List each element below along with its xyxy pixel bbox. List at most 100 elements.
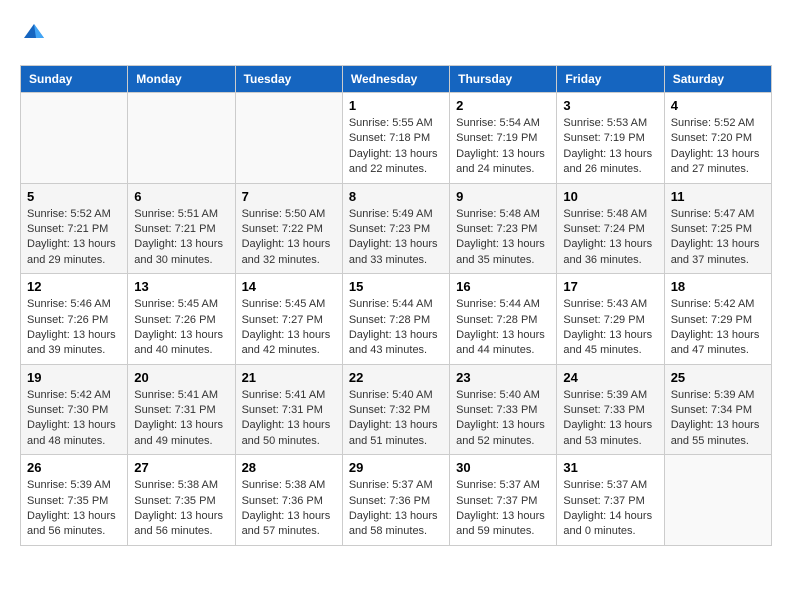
day-number: 22 [349,370,443,385]
week-row-1: 1 Sunrise: 5:55 AM Sunset: 7:18 PM Daylig… [21,93,772,184]
day-number: 28 [242,460,336,475]
day-number: 23 [456,370,550,385]
day-number: 2 [456,98,550,113]
calendar-cell: 1 Sunrise: 5:55 AM Sunset: 7:18 PM Daylig… [342,93,449,184]
day-header-saturday: Saturday [664,66,771,93]
day-number: 30 [456,460,550,475]
day-info: Sunrise: 5:48 AM Sunset: 7:24 PM Dayligh… [563,207,657,269]
calendar-cell: 25 Sunrise: 5:39 AM Sunset: 7:34 PM Dayli… [664,364,771,455]
day-info: Sunrise: 5:51 AM Sunset: 7:21 PM Dayligh… [134,207,228,269]
day-number: 16 [456,279,550,294]
day-info: Sunrise: 5:39 AM Sunset: 7:35 PM Dayligh… [27,478,121,540]
calendar-cell: 9Sunrise: 5:48 AM Sunset: 7:23 PM Daylig… [450,183,557,274]
calendar-cell: 26 Sunrise: 5:39 AM Sunset: 7:35 PM Dayli… [21,455,128,546]
calendar-cell: 8 Sunrise: 5:49 AM Sunset: 7:23 PM Daylig… [342,183,449,274]
day-header-friday: Friday [557,66,664,93]
calendar-cell: 31 Sunrise: 5:37 AM Sunset: 7:37 PM Dayli… [557,455,664,546]
week-row-2: 5Sunrise: 5:52 AM Sunset: 7:21 PM Daylig… [21,183,772,274]
day-info: Sunrise: 5:46 AM Sunset: 7:26 PM Dayligh… [27,297,121,359]
day-info: Sunrise: 5:49 AM Sunset: 7:23 PM Dayligh… [349,207,443,269]
calendar-cell: 2 Sunrise: 5:54 AM Sunset: 7:19 PM Daylig… [450,93,557,184]
calendar-cell: 11Sunrise: 5:47 AM Sunset: 7:25 PM Dayli… [664,183,771,274]
week-row-3: 12 Sunrise: 5:46 AM Sunset: 7:26 PM Dayli… [21,274,772,365]
day-info: Sunrise: 5:39 AM Sunset: 7:34 PM Dayligh… [671,388,765,450]
day-number: 5 [27,189,121,204]
day-header-tuesday: Tuesday [235,66,342,93]
week-row-4: 19 Sunrise: 5:42 AM Sunset: 7:30 PM Dayli… [21,364,772,455]
day-number: 14 [242,279,336,294]
day-header-thursday: Thursday [450,66,557,93]
day-info: Sunrise: 5:42 AM Sunset: 7:29 PM Dayligh… [671,297,765,359]
calendar-cell: 23 Sunrise: 5:40 AM Sunset: 7:33 PM Dayli… [450,364,557,455]
day-number: 10 [563,189,657,204]
page-header [20,20,772,49]
calendar-cell: 22 Sunrise: 5:40 AM Sunset: 7:32 PM Dayli… [342,364,449,455]
calendar-cell: 20 Sunrise: 5:41 AM Sunset: 7:31 PM Dayli… [128,364,235,455]
day-number: 17 [563,279,657,294]
calendar-cell: 12 Sunrise: 5:46 AM Sunset: 7:26 PM Dayli… [21,274,128,365]
day-info: Sunrise: 5:50 AM Sunset: 7:22 PM Dayligh… [242,207,336,269]
day-info: Sunrise: 5:45 AM Sunset: 7:27 PM Dayligh… [242,297,336,359]
calendar-cell: 28 Sunrise: 5:38 AM Sunset: 7:36 PM Dayli… [235,455,342,546]
calendar-cell: 21Sunrise: 5:41 AM Sunset: 7:31 PM Dayli… [235,364,342,455]
day-info: Sunrise: 5:40 AM Sunset: 7:33 PM Dayligh… [456,388,550,450]
day-info: Sunrise: 5:37 AM Sunset: 7:37 PM Dayligh… [456,478,550,540]
calendar-cell: 24Sunrise: 5:39 AM Sunset: 7:33 PM Dayli… [557,364,664,455]
calendar-cell: 14 Sunrise: 5:45 AM Sunset: 7:27 PM Dayli… [235,274,342,365]
day-info: Sunrise: 5:38 AM Sunset: 7:35 PM Dayligh… [134,478,228,540]
day-number: 20 [134,370,228,385]
day-info: Sunrise: 5:43 AM Sunset: 7:29 PM Dayligh… [563,297,657,359]
week-row-5: 26 Sunrise: 5:39 AM Sunset: 7:35 PM Dayli… [21,455,772,546]
calendar-cell: 3Sunrise: 5:53 AM Sunset: 7:19 PM Daylig… [557,93,664,184]
day-number: 31 [563,460,657,475]
day-info: Sunrise: 5:39 AM Sunset: 7:33 PM Dayligh… [563,388,657,450]
day-info: Sunrise: 5:44 AM Sunset: 7:28 PM Dayligh… [349,297,443,359]
day-info: Sunrise: 5:40 AM Sunset: 7:32 PM Dayligh… [349,388,443,450]
calendar-cell: 6Sunrise: 5:51 AM Sunset: 7:21 PM Daylig… [128,183,235,274]
calendar-table: SundayMondayTuesdayWednesdayThursdayFrid… [20,65,772,546]
day-number: 1 [349,98,443,113]
calendar-cell: 7 Sunrise: 5:50 AM Sunset: 7:22 PM Daylig… [235,183,342,274]
calendar-cell: 27 Sunrise: 5:38 AM Sunset: 7:35 PM Dayli… [128,455,235,546]
calendar-cell: 4 Sunrise: 5:52 AM Sunset: 7:20 PM Daylig… [664,93,771,184]
day-number: 11 [671,189,765,204]
calendar-cell [128,93,235,184]
day-number: 13 [134,279,228,294]
logo [20,20,46,49]
day-info: Sunrise: 5:48 AM Sunset: 7:23 PM Dayligh… [456,207,550,269]
day-number: 19 [27,370,121,385]
day-number: 3 [563,98,657,113]
calendar-cell [664,455,771,546]
day-number: 26 [27,460,121,475]
calendar-cell: 19 Sunrise: 5:42 AM Sunset: 7:30 PM Dayli… [21,364,128,455]
day-number: 25 [671,370,765,385]
day-info: Sunrise: 5:55 AM Sunset: 7:18 PM Dayligh… [349,116,443,178]
calendar-cell: 13 Sunrise: 5:45 AM Sunset: 7:26 PM Dayli… [128,274,235,365]
day-number: 15 [349,279,443,294]
day-info: Sunrise: 5:41 AM Sunset: 7:31 PM Dayligh… [134,388,228,450]
calendar-cell: 18 Sunrise: 5:42 AM Sunset: 7:29 PM Dayli… [664,274,771,365]
calendar-cell: 5Sunrise: 5:52 AM Sunset: 7:21 PM Daylig… [21,183,128,274]
day-header-sunday: Sunday [21,66,128,93]
day-info: Sunrise: 5:42 AM Sunset: 7:30 PM Dayligh… [27,388,121,450]
calendar-cell [21,93,128,184]
day-info: Sunrise: 5:37 AM Sunset: 7:37 PM Dayligh… [563,478,657,540]
calendar-cell: 30 Sunrise: 5:37 AM Sunset: 7:37 PM Dayli… [450,455,557,546]
day-number: 7 [242,189,336,204]
day-number: 12 [27,279,121,294]
day-number: 4 [671,98,765,113]
day-number: 18 [671,279,765,294]
day-info: Sunrise: 5:54 AM Sunset: 7:19 PM Dayligh… [456,116,550,178]
day-info: Sunrise: 5:38 AM Sunset: 7:36 PM Dayligh… [242,478,336,540]
days-header-row: SundayMondayTuesdayWednesdayThursdayFrid… [21,66,772,93]
calendar-cell: 17 Sunrise: 5:43 AM Sunset: 7:29 PM Dayli… [557,274,664,365]
day-info: Sunrise: 5:52 AM Sunset: 7:20 PM Dayligh… [671,116,765,178]
calendar-cell: 16Sunrise: 5:44 AM Sunset: 7:28 PM Dayli… [450,274,557,365]
day-info: Sunrise: 5:37 AM Sunset: 7:36 PM Dayligh… [349,478,443,540]
day-header-wednesday: Wednesday [342,66,449,93]
day-number: 29 [349,460,443,475]
day-info: Sunrise: 5:45 AM Sunset: 7:26 PM Dayligh… [134,297,228,359]
day-header-monday: Monday [128,66,235,93]
day-number: 8 [349,189,443,204]
day-number: 27 [134,460,228,475]
